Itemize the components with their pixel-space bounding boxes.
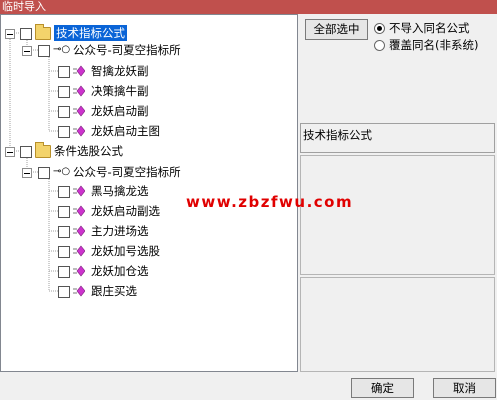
group-checkbox[interactable] xyxy=(20,146,32,158)
group-label[interactable]: 条件选股公式 xyxy=(54,143,123,159)
item-checkbox[interactable] xyxy=(58,266,70,278)
tree-item[interactable]: 智擒龙妖副 xyxy=(1,63,297,79)
collapse-toggle[interactable] xyxy=(22,168,32,178)
description-panel xyxy=(300,155,495,275)
formula-icon xyxy=(73,65,85,77)
item-label[interactable]: 黑马擒龙选 xyxy=(91,183,149,199)
subgroup-label[interactable]: 公众号-司夏空指标所 xyxy=(73,42,181,58)
tree-subgroup[interactable]: ⊸○ 公众号-司夏空指标所 xyxy=(1,164,297,180)
tree-item[interactable]: 决策擒牛副 xyxy=(1,83,297,99)
item-label[interactable]: 主力进场选 xyxy=(91,223,149,239)
item-checkbox[interactable] xyxy=(58,286,70,298)
item-label[interactable]: 龙妖启动副选 xyxy=(91,203,160,219)
formula-icon xyxy=(73,85,85,97)
tree-item[interactable]: 龙妖加号选股 xyxy=(1,243,297,259)
window-title: 临时导入 xyxy=(0,0,497,14)
item-checkbox[interactable] xyxy=(58,246,70,258)
item-label[interactable]: 龙妖启动主图 xyxy=(91,123,160,139)
ok-button[interactable]: 确定 xyxy=(351,378,414,398)
formula-icon xyxy=(73,225,85,237)
item-checkbox[interactable] xyxy=(58,86,70,98)
tree-item[interactable]: 龙妖启动主图 xyxy=(1,123,297,139)
item-checkbox[interactable] xyxy=(58,66,70,78)
selected-type-panel: 技术指标公式 xyxy=(300,123,495,153)
folder-icon xyxy=(35,24,51,40)
formula-icon xyxy=(73,285,85,297)
tree-group-stock-selection[interactable]: 条件选股公式 xyxy=(1,142,297,159)
collapse-toggle[interactable] xyxy=(5,29,15,39)
tree-item[interactable]: 龙妖启动副 xyxy=(1,103,297,119)
formula-icon xyxy=(73,205,85,217)
radio-button-unchecked[interactable] xyxy=(374,40,385,51)
group-label[interactable]: 技术指标公式 xyxy=(54,25,127,41)
item-checkbox[interactable] xyxy=(58,126,70,138)
formula-icon xyxy=(73,125,85,137)
cancel-button[interactable]: 取消 xyxy=(433,378,496,398)
item-checkbox[interactable] xyxy=(58,226,70,238)
selected-type-label: 技术指标公式 xyxy=(303,128,372,142)
item-checkbox[interactable] xyxy=(58,106,70,118)
item-label[interactable]: 智擒龙妖副 xyxy=(91,63,149,79)
tree-item[interactable]: 主力进场选 xyxy=(1,223,297,239)
item-label[interactable]: 跟庄买选 xyxy=(91,283,137,299)
tree-subgroup[interactable]: ⊸○ 公众号-司夏空指标所 xyxy=(1,42,297,58)
formula-icon xyxy=(73,185,85,197)
formula-icon xyxy=(73,265,85,277)
subgroup-checkbox[interactable] xyxy=(38,167,50,179)
formula-icon xyxy=(73,245,85,257)
subgroup-checkbox[interactable] xyxy=(38,45,50,57)
tree-group-technical-indicators[interactable]: 技术指标公式 xyxy=(1,24,297,41)
item-label[interactable]: 龙妖启动副 xyxy=(91,103,149,119)
item-checkbox[interactable] xyxy=(58,206,70,218)
item-checkbox[interactable] xyxy=(58,186,70,198)
select-all-button[interactable]: 全部选中 xyxy=(305,19,368,40)
parameter-panel xyxy=(300,277,495,372)
radio-label: 覆盖同名(非系统) xyxy=(389,38,479,52)
item-label[interactable]: 决策擒牛副 xyxy=(91,83,149,99)
item-label[interactable]: 龙妖加号选股 xyxy=(91,243,160,259)
subgroup-label[interactable]: 公众号-司夏空指标所 xyxy=(73,164,181,180)
tree-item[interactable]: 龙妖加仓选 xyxy=(1,263,297,279)
folder-icon xyxy=(35,142,51,158)
item-label[interactable]: 龙妖加仓选 xyxy=(91,263,149,279)
key-icon: ⊸○ xyxy=(53,166,71,177)
collapse-toggle[interactable] xyxy=(22,46,32,56)
watermark-text: www.zbzfwu.com xyxy=(186,193,354,211)
group-checkbox[interactable] xyxy=(20,28,32,40)
tree-item[interactable]: 跟庄买选 xyxy=(1,283,297,299)
formula-icon xyxy=(73,105,85,117)
radio-button-checked[interactable] xyxy=(374,23,385,34)
key-icon: ⊸○ xyxy=(53,44,71,55)
radio-label: 不导入同名公式 xyxy=(389,21,470,35)
collapse-toggle[interactable] xyxy=(5,147,15,157)
